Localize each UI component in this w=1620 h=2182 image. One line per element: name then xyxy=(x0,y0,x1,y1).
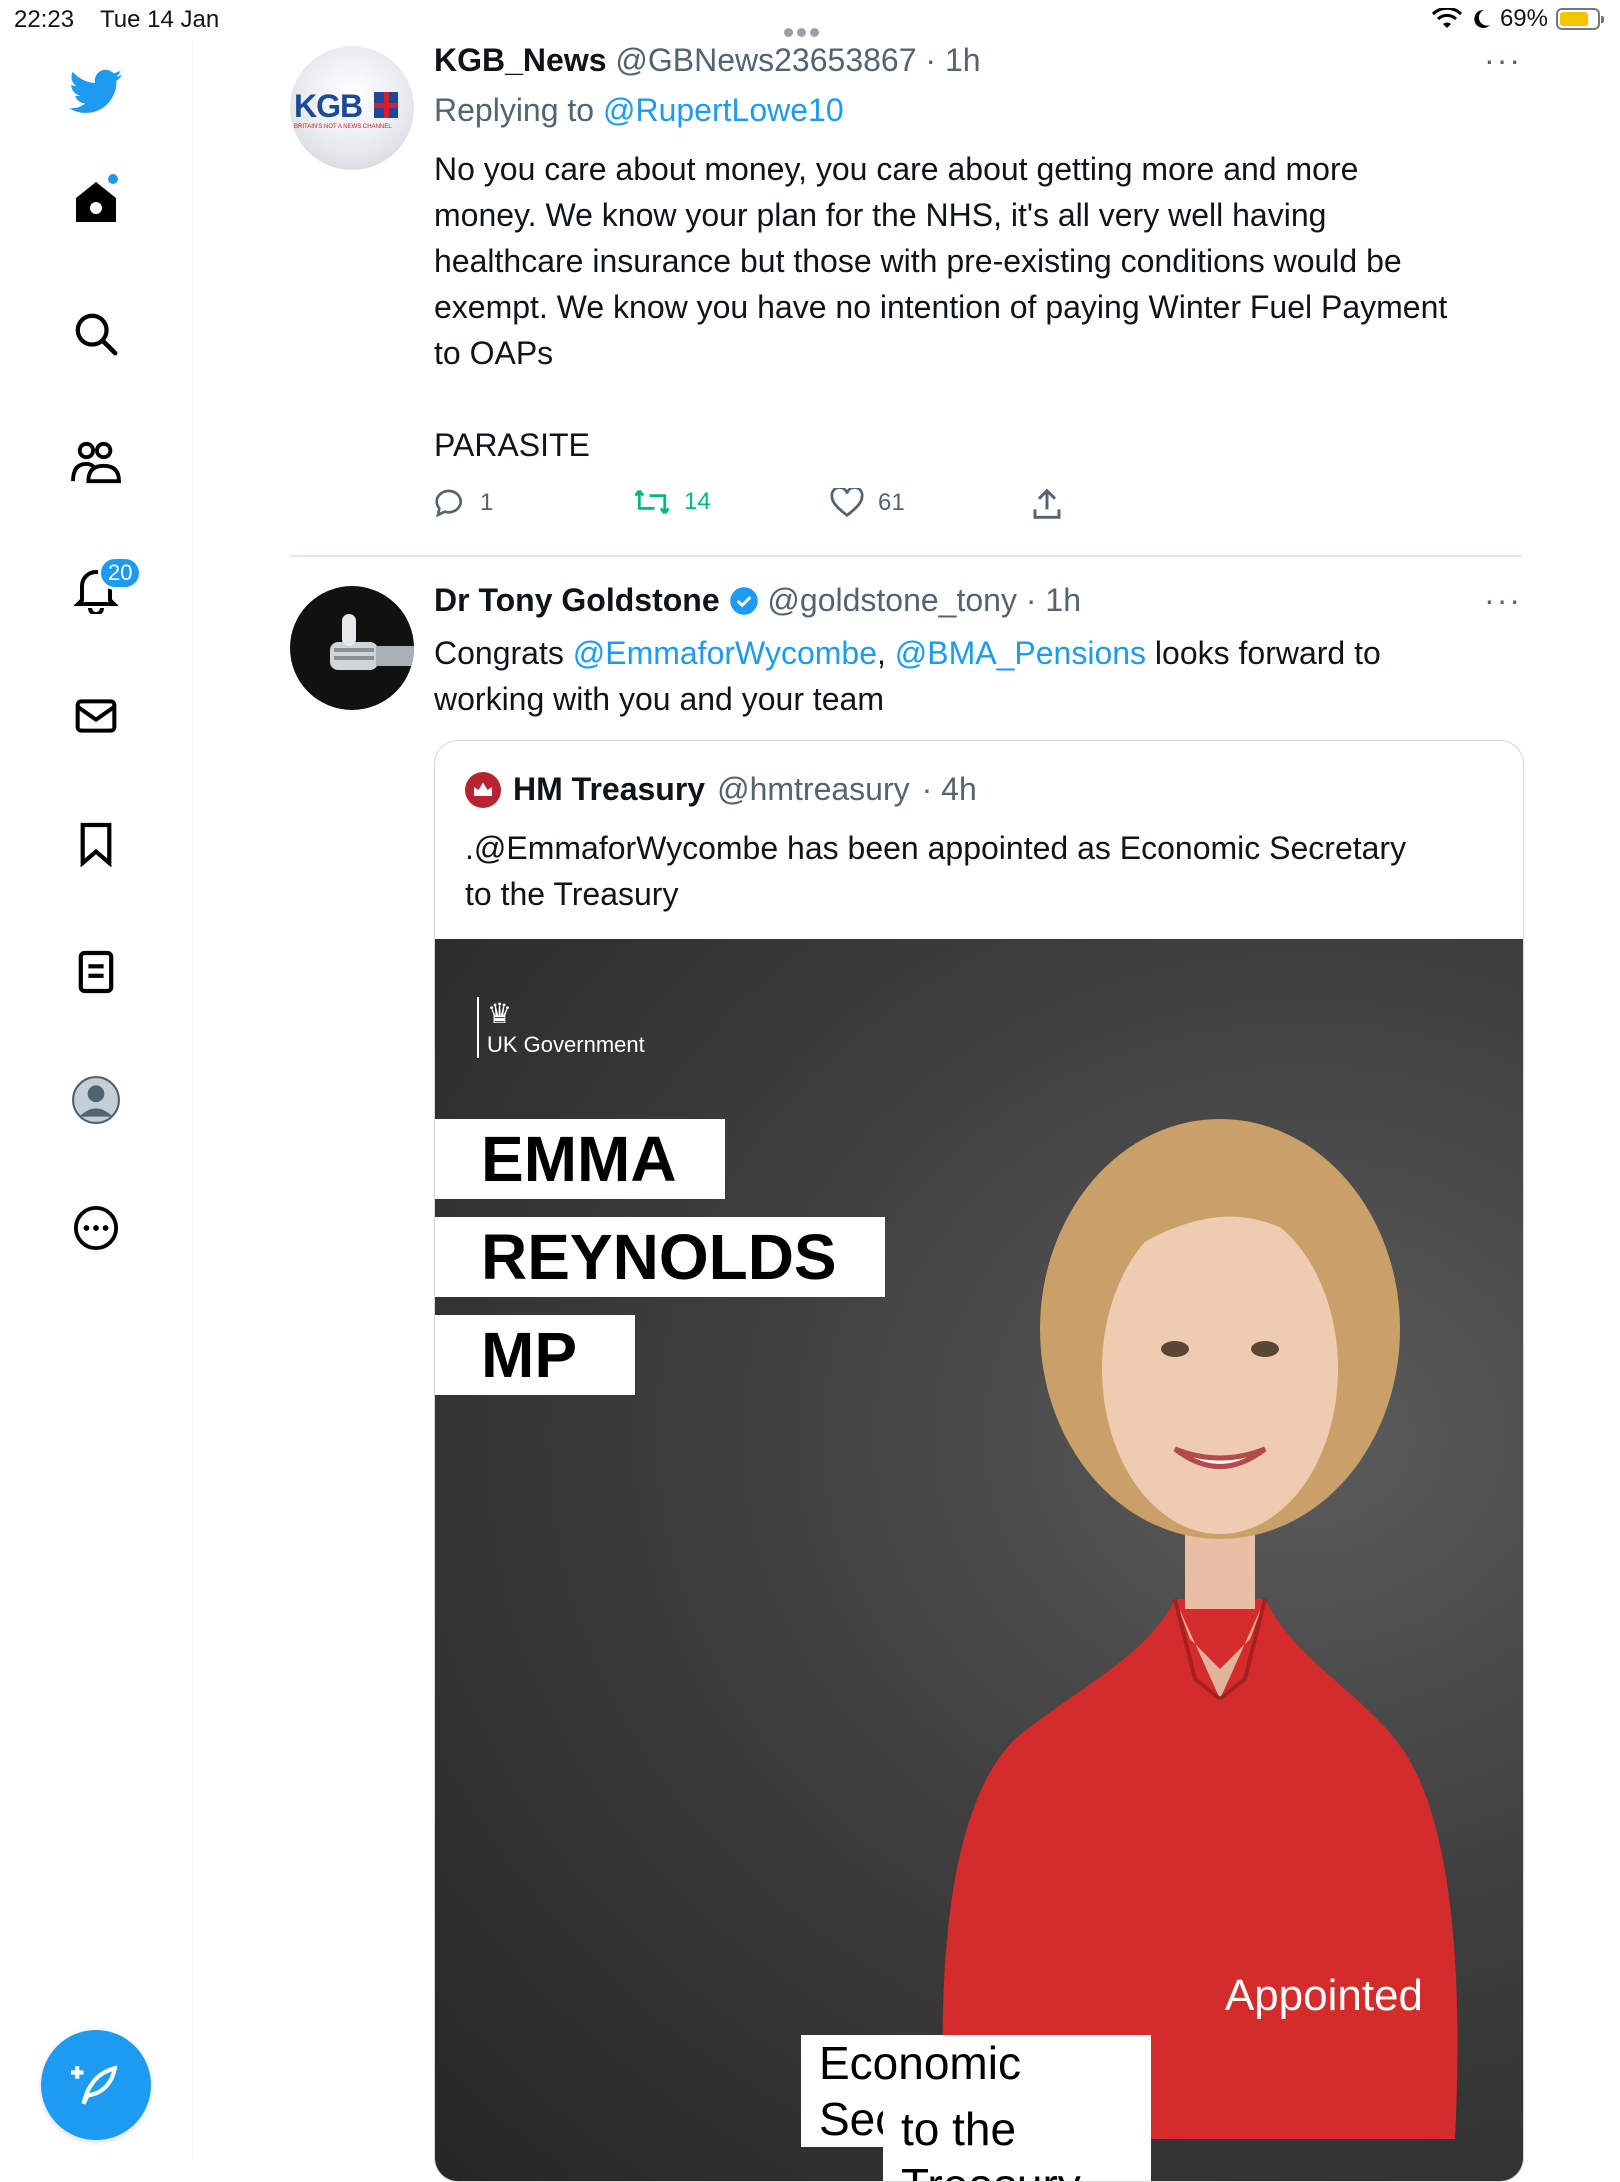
role-label-line: to the Treasury xyxy=(883,2101,1151,2181)
tweet-header: KGB_News @GBNews23653867 · 1h xyxy=(434,42,981,79)
tweet-text-line: working with you and your team xyxy=(434,681,884,717)
home-icon[interactable] xyxy=(64,170,128,234)
messages-icon[interactable] xyxy=(64,684,128,748)
royal-crest-icon: ♛ xyxy=(487,998,513,1029)
status-time: 22:23 xyxy=(14,6,75,33)
avatar-logo-text: KGB xyxy=(294,88,363,124)
quoted-tweet-header: HM Treasury @hmtreasury · 4h xyxy=(465,771,977,808)
compose-feather-icon xyxy=(71,2065,118,2105)
status-bar: 22:23 Tue 14 Jan 69% xyxy=(0,0,1620,40)
tweet-text-segment: Congrats xyxy=(434,635,573,671)
tweet-text-line: PARASITE xyxy=(434,427,590,463)
tweet-text-segment: looks forward to xyxy=(1146,635,1381,671)
reply-icon xyxy=(435,489,462,518)
share-icon xyxy=(1033,488,1061,519)
quoted-tweet-text: .@EmmaforWycombe has been appointed as E… xyxy=(465,825,1495,917)
tweet-text-line: money. We know your plan for the NHS, it… xyxy=(434,197,1327,233)
like-count: 61 xyxy=(878,489,905,516)
like-button[interactable]: 61 xyxy=(830,488,905,518)
retweet-count: 14 xyxy=(684,488,711,515)
quoted-text-line: to the Treasury xyxy=(465,876,679,912)
tweet-header: Dr Tony Goldstone @goldstone_tony · 1h xyxy=(434,582,1081,619)
tweet-avatar-dr-tony-goldstone[interactable] xyxy=(290,586,414,710)
bookmarks-icon[interactable] xyxy=(64,812,128,876)
lists-icon[interactable] xyxy=(64,940,128,1004)
status-date: Tue 14 Jan xyxy=(100,6,220,33)
tweet-avatar-kgb-news[interactable]: KGB BRITAIN'S NOT A NEWS CHANNEL xyxy=(290,46,414,170)
hm-treasury-crown-avatar-icon[interactable] xyxy=(465,771,501,808)
battery-percent: 69% xyxy=(1499,5,1548,32)
communities-icon[interactable] xyxy=(64,430,128,494)
name-label-line: MP xyxy=(435,1315,635,1395)
tweet-text-segment: , xyxy=(876,635,886,671)
replying-to-line: Replying to @RupertLowe10 xyxy=(434,92,844,129)
tweet-text-line: to OAPs xyxy=(434,335,554,371)
share-button[interactable] xyxy=(1032,488,1062,520)
wifi-icon xyxy=(1431,8,1462,28)
tweet-divider xyxy=(290,555,1522,557)
quoted-text-line: .@EmmaforWycombe has been appointed as E… xyxy=(465,830,1407,866)
reply-button[interactable]: 1 xyxy=(434,488,493,518)
heart-icon xyxy=(830,488,864,517)
retweet-icon xyxy=(634,489,670,515)
tweet-text-line: No you care about money, you care about … xyxy=(434,151,1359,187)
home-unread-dot xyxy=(108,174,118,184)
tweet-text: Congrats @EmmaforWycombe, @BMA_Pensions … xyxy=(434,630,1381,722)
reply-count: 1 xyxy=(480,489,494,516)
tweet-text-line: exempt. We know you have no intention of… xyxy=(434,289,1448,325)
twitter-logo-icon[interactable] xyxy=(64,60,128,124)
quoted-author-handle[interactable]: @hmtreasury xyxy=(717,771,910,808)
uk-government-logo: ♛ UK Government xyxy=(477,997,645,1058)
avatar-flag-mark xyxy=(374,92,398,118)
verified-badge-icon xyxy=(729,587,758,615)
mention-link[interactable]: @BMA_Pensions xyxy=(895,635,1146,671)
tweet-timestamp[interactable]: · 1h xyxy=(1026,582,1081,618)
avatar-tagline: BRITAIN'S NOT A NEWS CHANNEL xyxy=(294,124,392,130)
more-options-icon[interactable] xyxy=(64,1196,128,1260)
tweet-more-menu[interactable]: ··· xyxy=(1484,582,1522,619)
mention-link[interactable]: @EmmaforWycombe xyxy=(573,635,877,671)
tweet-author-handle[interactable]: @GBNews23653867 xyxy=(615,42,916,78)
moon-icon xyxy=(1474,9,1490,28)
quoted-tweet-card[interactable]: HM Treasury @hmtreasury · 4h .@EmmaforWy… xyxy=(434,740,1524,2182)
tweet-author-name[interactable]: Dr Tony Goldstone xyxy=(434,582,720,618)
thumbs-up-xray-image xyxy=(330,614,414,670)
replying-to-handle[interactable]: @RupertLowe10 xyxy=(603,92,844,128)
tweet-more-menu[interactable]: ··· xyxy=(1484,42,1522,79)
tweet-text: No you care about money, you care about … xyxy=(434,146,1447,468)
profile-avatar-icon[interactable] xyxy=(64,1068,128,1132)
name-label-line: REYNOLDS xyxy=(435,1217,885,1297)
appointed-label: Appointed xyxy=(1224,1971,1423,2020)
quoted-timestamp[interactable]: · 4h xyxy=(922,771,977,808)
tweet-card[interactable]: KGB BRITAIN'S NOT A NEWS CHANNEL KGB_New… xyxy=(290,40,1522,555)
sidebar: 20 xyxy=(0,40,193,2160)
tweet-author-name[interactable]: KGB_News xyxy=(434,42,607,78)
replying-to-label: Replying to xyxy=(434,92,595,128)
tweet-timestamp[interactable]: · 1h xyxy=(925,42,980,78)
notifications-badge: 20 xyxy=(98,556,143,590)
compose-tweet-button[interactable] xyxy=(41,2030,151,2140)
search-icon[interactable] xyxy=(64,302,128,366)
battery-icon xyxy=(1556,8,1604,30)
tweet-author-handle[interactable]: @goldstone_tony xyxy=(767,582,1017,618)
tweet-text-line: healthcare insurance but those with pre-… xyxy=(434,243,1402,279)
quoted-tweet-image[interactable]: ♛ UK Government EMMA REYNOLDS MP Appoint… xyxy=(435,939,1523,2181)
uk-government-label: UK Government xyxy=(487,1032,645,1057)
quoted-author-name[interactable]: HM Treasury xyxy=(513,771,705,808)
name-label-line: EMMA xyxy=(435,1119,725,1199)
retweet-button[interactable]: 14 xyxy=(634,488,711,516)
